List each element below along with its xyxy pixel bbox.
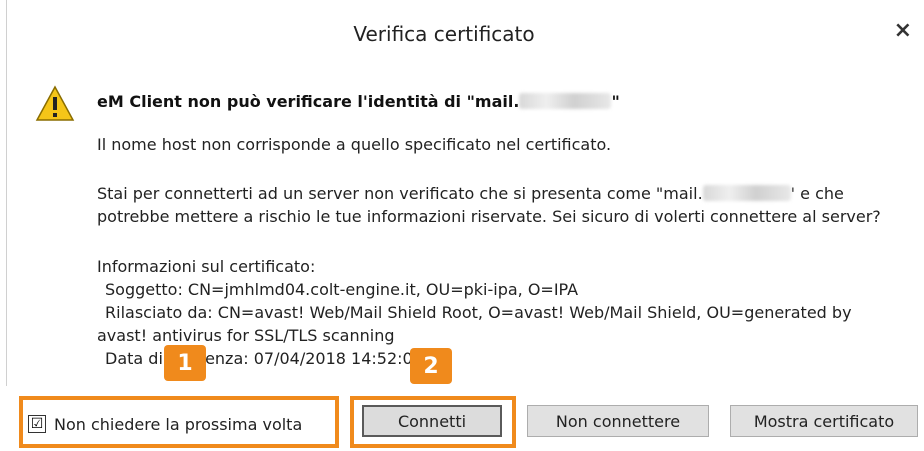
mismatch-message: Il nome host non corrisponde a quello sp… — [97, 135, 612, 154]
cert-issuer-line-2: avast! antivirus for SSL/TLS scanning — [97, 326, 395, 345]
dialog-border — [6, 0, 7, 451]
cert-subject: Soggetto: CN=jmhlmd04.colt-engine.it, OU… — [105, 280, 579, 299]
dialog-heading: eM Client non può verificare l'identità … — [97, 92, 620, 111]
warning-line-1-suffix: ' e che — [790, 184, 844, 203]
cert-info-label: Informazioni sul certificato: — [97, 257, 316, 276]
step-badge-1: 1 — [164, 345, 206, 381]
certificate-dialog: Verifica certificato × eM Client non può… — [0, 0, 924, 451]
heading-prefix: eM Client non può verificare l'identità … — [97, 92, 520, 111]
close-icon[interactable]: × — [894, 20, 912, 42]
cert-expiry: Data di scadenza: 07/04/2018 14:52:0 — [105, 349, 413, 368]
dont-ask-label[interactable]: Non chiedere la prossima volta — [54, 415, 302, 434]
warning-line-1-prefix: Stai per connetterti ad un server non ve… — [97, 184, 703, 203]
redacted-hostname — [519, 93, 612, 109]
dont-ask-checkbox[interactable]: ☑ — [28, 415, 46, 433]
connect-button[interactable]: Connetti — [362, 405, 502, 437]
show-certificate-button[interactable]: Mostra certificato — [730, 405, 918, 437]
redacted-hostname-2 — [702, 185, 791, 201]
cert-issuer-line-1: Rilasciato da: CN=avast! Web/Mail Shield… — [105, 303, 852, 322]
dont-connect-button[interactable]: Non connettere — [527, 405, 709, 437]
dialog-title: Verifica certificato — [353, 22, 535, 46]
step-badge-2: 2 — [410, 348, 452, 384]
warning-line-2: potrebbe mettere a rischio le tue inform… — [97, 207, 881, 226]
warning-triangle-icon — [35, 85, 75, 121]
dont-ask-checkbox-row[interactable]: ☑ Non chiedere la prossima volta — [28, 410, 302, 438]
warning-line-1: Stai per connetterti ad un server non ve… — [97, 184, 844, 203]
heading-suffix: " — [611, 92, 620, 111]
